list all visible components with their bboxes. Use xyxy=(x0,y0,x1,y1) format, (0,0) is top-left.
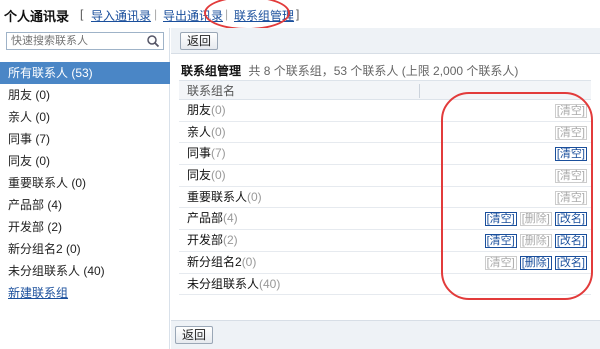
clear-action: [清空] xyxy=(554,190,587,205)
delete-action: [删除] xyxy=(519,212,552,227)
delete-button[interactable]: [删除] xyxy=(519,255,552,270)
group-name: 亲人 xyxy=(187,124,212,139)
row-actions: [清空] xyxy=(552,143,587,165)
group-name: 重要联系人 xyxy=(187,189,248,204)
group-count: (0) xyxy=(211,168,226,183)
group-count: (4) xyxy=(223,211,238,226)
table-header: 联系组名 xyxy=(179,80,591,100)
section-summary: 共 8 个联系组，53 个联系人 (上限 2,000 个联系人) xyxy=(248,64,519,78)
separator: | xyxy=(154,7,158,21)
back-button-top[interactable]: 返回 xyxy=(180,32,219,50)
group-count: (0) xyxy=(211,103,226,117)
clear-button[interactable]: [清空] xyxy=(554,147,587,162)
group-name: 产品部 xyxy=(187,211,224,226)
rename-button[interactable]: [改名] xyxy=(554,212,587,227)
clear-action: [清空] xyxy=(554,104,587,118)
table-row: 新分组名2(0) [清空] [删除] [改名] xyxy=(179,252,591,274)
bracket-close: ] xyxy=(296,7,300,21)
table-row: 亲人(0) [清空] xyxy=(179,122,591,144)
clear-button[interactable]: [清空] xyxy=(484,212,517,227)
section-title: 联系组管理 xyxy=(181,64,242,78)
search-input[interactable] xyxy=(7,33,141,49)
header-bar: 个人通讯录 [ 导入通讯录 | 导出通讯录 | 联系组管理 ] xyxy=(0,0,600,30)
delete-action: [删除] xyxy=(519,234,552,249)
column-header-group-name: 联系组名 xyxy=(187,84,236,98)
group-count: (2) xyxy=(223,233,238,248)
top-toolbar: 返回 xyxy=(171,28,600,54)
group-count: (0) xyxy=(241,254,257,269)
row-actions: [清空] xyxy=(552,165,587,187)
sidebar-item-important[interactable]: 重要联系人 (0) xyxy=(0,172,170,194)
rename-button[interactable]: [改名] xyxy=(554,255,587,270)
sidebar-item-ungrouped[interactable]: 未分组联系人 (40) xyxy=(0,260,170,282)
sidebar-item-new-group-2[interactable]: 新分组名2 (0) xyxy=(0,238,170,260)
bottom-toolbar: 返回 xyxy=(171,320,600,349)
clear-button[interactable]: [清空] xyxy=(484,234,517,249)
group-table: 联系组名 朋友(0) [清空] 亲人(0) [清空] 同事(7) [清空] 同友… xyxy=(179,80,591,296)
row-actions: [清空] xyxy=(552,100,587,122)
group-name: 新分组名2 xyxy=(187,254,242,269)
group-count: (0) xyxy=(211,124,226,139)
table-row: 未分组联系人(40) xyxy=(179,274,591,296)
row-actions: [清空] [删除] [改名] xyxy=(482,208,587,230)
back-button-bottom[interactable]: 返回 xyxy=(175,326,214,344)
row-actions: [清空] xyxy=(552,187,587,209)
table-row: 朋友(0) [清空] xyxy=(179,100,591,122)
page-title: 个人通讯录 xyxy=(4,9,70,24)
bracket-open: [ xyxy=(80,7,84,21)
group-name: 同友 xyxy=(187,168,212,183)
separator: | xyxy=(225,7,229,21)
table-row: 同事(7) [清空] xyxy=(179,143,591,166)
new-contact-group-link[interactable]: 新建联系组 xyxy=(0,282,170,304)
clear-action: [清空] xyxy=(554,169,587,184)
search-box xyxy=(6,32,164,50)
table-row: 开发部(2) [清空] [删除] [改名] xyxy=(179,230,591,252)
search-icon[interactable] xyxy=(146,34,160,48)
sidebar-item-dev[interactable]: 开发部 (2) xyxy=(0,216,170,238)
group-name: 未分组联系人 xyxy=(187,276,260,291)
row-actions: [清空] [删除] [改名] xyxy=(482,230,587,252)
sidebar-item-colleagues[interactable]: 同事 (7) xyxy=(0,128,170,150)
group-name: 开发部 xyxy=(187,233,224,248)
sidebar-item-product[interactable]: 产品部 (4) xyxy=(0,194,170,216)
table-row: 产品部(4) [清空] [删除] [改名] xyxy=(179,208,591,231)
rename-button[interactable]: [改名] xyxy=(554,234,587,249)
row-actions: [清空] [删除] [改名] xyxy=(482,252,587,274)
sidebar-item-peers[interactable]: 同友 (0) xyxy=(0,150,170,172)
row-actions: [清空] xyxy=(552,122,587,144)
group-count: (7) xyxy=(211,146,226,161)
column-divider xyxy=(419,84,420,98)
group-count: (40) xyxy=(259,276,281,291)
main-panel: 返回 联系组管理 共 8 个联系组，53 个联系人 (上限 2,000 个联系人… xyxy=(171,28,600,349)
table-row: 同友(0) [清空] xyxy=(179,165,591,187)
table-row: 重要联系人(0) [清空] xyxy=(179,187,591,209)
import-contacts-link[interactable]: 导入通讯录 xyxy=(91,7,151,24)
sidebar-item-friends[interactable]: 朋友 (0) xyxy=(0,84,170,106)
clear-action: [清空] xyxy=(484,255,517,270)
group-list: 所有联系人 (53) 朋友 (0) 亲人 (0) 同事 (7) 同友 (0) 重… xyxy=(0,62,170,304)
sidebar: 所有联系人 (53) 朋友 (0) 亲人 (0) 同事 (7) 同友 (0) 重… xyxy=(0,28,170,349)
group-manage-link[interactable]: 联系组管理 xyxy=(234,7,294,24)
group-name: 朋友 xyxy=(187,103,212,117)
sidebar-item-family[interactable]: 亲人 (0) xyxy=(0,106,170,128)
clear-action: [清空] xyxy=(554,125,587,140)
section-heading: 联系组管理 共 8 个联系组，53 个联系人 (上限 2,000 个联系人) xyxy=(181,62,518,79)
export-contacts-link[interactable]: 导出通讯录 xyxy=(163,7,223,24)
sidebar-item-all-contacts[interactable]: 所有联系人 (53) xyxy=(0,62,170,84)
group-name: 同事 xyxy=(187,146,212,161)
group-count: (0) xyxy=(247,189,262,204)
